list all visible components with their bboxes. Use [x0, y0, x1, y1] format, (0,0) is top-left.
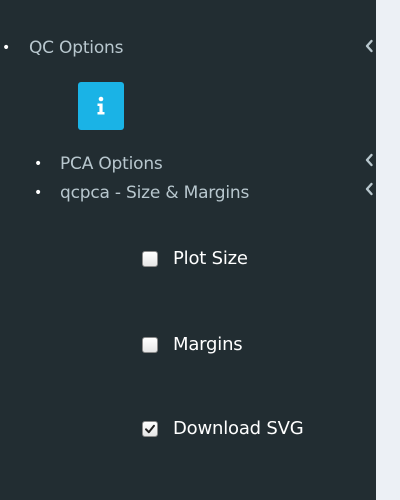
- menu-item-pca-options[interactable]: • PCA Options: [0, 152, 376, 180]
- chevron-left-icon[interactable]: [364, 152, 374, 168]
- info-button[interactable]: [78, 82, 124, 130]
- content-area: [376, 0, 400, 500]
- margins-option[interactable]: Margins: [142, 333, 362, 359]
- bullet: •: [34, 156, 43, 172]
- download-svg-option[interactable]: Download SVG: [142, 417, 362, 443]
- margins-label: Margins: [173, 334, 243, 355]
- plot-size-label: Plot Size: [173, 248, 248, 269]
- download-svg-checkbox[interactable]: [142, 421, 158, 437]
- download-svg-label: Download SVG: [173, 418, 304, 439]
- menu-item-label: QC Options: [29, 38, 124, 58]
- bullet: •: [34, 185, 43, 201]
- chevron-left-icon[interactable]: [364, 181, 374, 197]
- menu-item-qcpca-size-margins[interactable]: • qcpca - Size & Margins: [0, 181, 376, 209]
- plot-size-option[interactable]: Plot Size: [142, 247, 362, 273]
- chevron-left-icon[interactable]: [364, 38, 374, 54]
- sidebar: • QC Options • PCA Options • qcpca - Siz…: [0, 0, 376, 500]
- margins-checkbox[interactable]: [142, 337, 158, 353]
- checkmark-icon: [145, 424, 155, 434]
- info-icon: [97, 96, 105, 115]
- menu-item-label: PCA Options: [60, 154, 163, 174]
- menu-item-qc-options[interactable]: • QC Options: [0, 36, 376, 64]
- plot-size-checkbox[interactable]: [142, 251, 158, 267]
- menu-item-label: qcpca - Size & Margins: [60, 183, 250, 203]
- bullet: •: [2, 40, 11, 56]
